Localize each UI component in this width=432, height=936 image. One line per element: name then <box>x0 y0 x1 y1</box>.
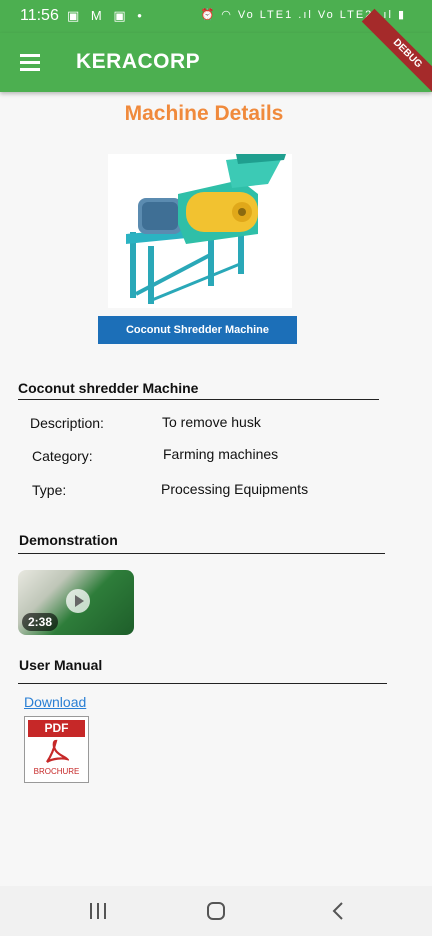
divider <box>18 553 385 554</box>
divider <box>18 683 387 684</box>
video-duration: 2:38 <box>22 613 59 631</box>
download-link[interactable]: Download <box>24 694 86 710</box>
pdf-label: PDF <box>28 720 85 737</box>
recent-apps-icon[interactable] <box>86 901 110 921</box>
machine-name: Coconut shredder Machine <box>18 380 199 396</box>
system-nav-bar <box>0 886 432 936</box>
machine-image-caption: Coconut Shredder Machine <box>98 316 297 344</box>
category-value: Farming machines <box>163 446 279 462</box>
status-time: 11:56 <box>20 7 59 24</box>
type-value: Processing Equipments <box>161 481 309 497</box>
divider <box>18 399 379 400</box>
page-title: Machine Details <box>124 102 284 125</box>
brochure-label: BROCHURE <box>33 767 80 776</box>
pdf-brochure-icon[interactable]: PDF BROCHURE <box>24 716 89 783</box>
back-icon[interactable] <box>326 901 350 921</box>
app-bar: KERACORP DEBUG <box>0 8 432 100</box>
description-label: Description: <box>30 415 104 431</box>
home-icon[interactable] <box>204 901 228 921</box>
app-title: KERACORP <box>76 50 201 73</box>
menu-icon[interactable] <box>20 54 40 71</box>
demo-video-thumbnail[interactable]: 2:38 <box>18 570 134 635</box>
machine-image <box>108 154 292 308</box>
category-label: Category: <box>32 448 93 464</box>
description-value: To remove husk <box>162 414 261 430</box>
play-icon <box>66 589 90 613</box>
user-manual-heading: User Manual <box>19 657 103 673</box>
type-label: Type: <box>32 482 67 498</box>
demonstration-heading: Demonstration <box>19 532 118 548</box>
notification-icons: ▣ M ▣ • <box>67 8 146 23</box>
